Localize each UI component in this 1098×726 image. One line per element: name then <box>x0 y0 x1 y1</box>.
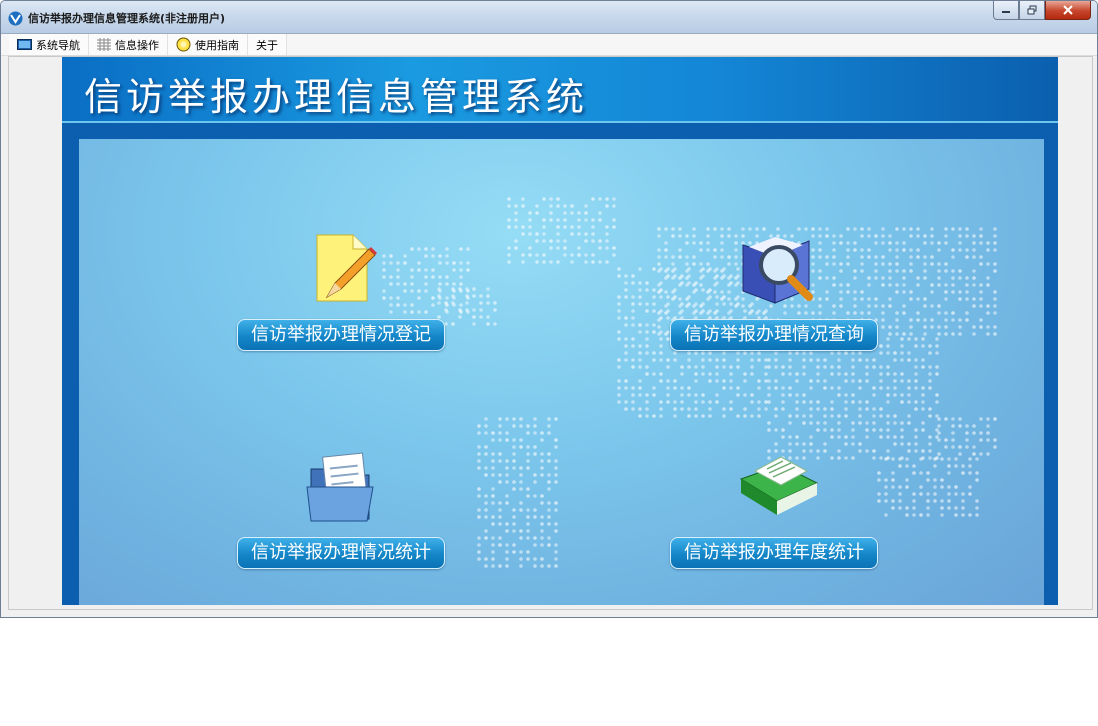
minimize-button[interactable] <box>993 1 1019 20</box>
menu-item-label: 系统导航 <box>36 38 80 52</box>
query-button-label: 信访举报办理情况查询 <box>684 324 864 345</box>
restore-button[interactable] <box>1019 1 1045 20</box>
function-area: 信访举报办理情况登记 信访举报办理情况查询 信访举报办理情况统计 信访举报办理年… <box>79 139 1044 605</box>
close-button[interactable] <box>1045 1 1091 20</box>
register-button-label: 信访举报办理情况登记 <box>251 324 431 345</box>
query-button[interactable]: 信访举报办理情况查询 <box>670 319 878 351</box>
monitor-icon <box>17 38 32 50</box>
statistics-button[interactable]: 信访举报办理情况统计 <box>237 537 445 569</box>
menu-item-info-ops[interactable]: 信息操作 <box>89 34 168 55</box>
help-bulb-icon <box>176 37 191 52</box>
edit-document-icon <box>316 234 377 302</box>
header-banner: 信访举报办理信息管理系统 <box>62 57 1058 123</box>
menu-bar: 系统导航 信息操作 使用指南 关于 <box>1 34 1097 56</box>
folder-documents-icon <box>306 452 374 522</box>
grid-icon <box>97 38 111 51</box>
menu-item-about[interactable]: 关于 <box>248 34 287 55</box>
menu-item-label: 信息操作 <box>115 38 159 52</box>
window-title: 信访举报办理信息管理系统(非注册用户) <box>28 12 226 25</box>
green-book-icon <box>739 456 819 515</box>
register-button[interactable]: 信访举报办理情况登记 <box>237 319 445 351</box>
app-logo-icon <box>8 11 23 26</box>
minimize-icon <box>1002 11 1010 13</box>
close-icon <box>1063 5 1073 15</box>
main-panel: 信访举报办理信息管理系统 信访举报办理情况登记 信访举报办理情况查询 信访举报办… <box>62 57 1058 605</box>
statistics-button-label: 信访举报办理情况统计 <box>251 542 431 563</box>
title-bar[interactable]: 信访举报办理信息管理系统(非注册用户) <box>1 1 1097 34</box>
menu-item-label: 使用指南 <box>195 38 239 52</box>
world-map-background <box>382 197 997 568</box>
system-title: 信访举报办理信息管理系统 <box>84 75 589 119</box>
menu-item-user-guide[interactable]: 使用指南 <box>168 34 248 55</box>
restore-icon <box>1027 5 1037 15</box>
annual-statistics-button-label: 信访举报办理年度统计 <box>684 542 864 563</box>
menu-item-label: 关于 <box>256 38 278 52</box>
search-book-icon <box>742 237 813 304</box>
menu-item-system-nav[interactable]: 系统导航 <box>9 34 89 55</box>
annual-statistics-button[interactable]: 信访举报办理年度统计 <box>670 537 878 569</box>
